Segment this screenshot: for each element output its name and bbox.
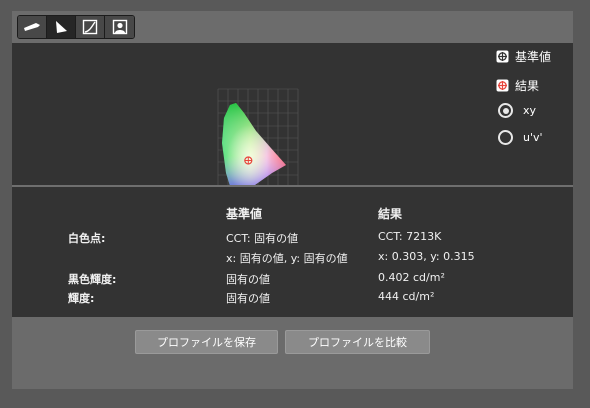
white-point-cct-reference: CCT: 固有の値 — [226, 232, 299, 245]
white-point-xy-reference: x: 固有の値, y: 固有の値 — [226, 252, 348, 265]
monitor-tab-icon — [24, 23, 40, 31]
legend-result-label: 結果 — [515, 79, 540, 93]
uv-label: u'v' — [523, 131, 543, 144]
result-marker — [244, 156, 253, 165]
compare-profile-button[interactable]: プロファイルを比較 — [285, 330, 430, 354]
legend-reference: 基準値 — [496, 48, 551, 65]
row-label-luminance: 輝度: — [68, 292, 95, 305]
toolbar — [12, 11, 573, 43]
xy-radio[interactable] — [498, 103, 513, 118]
tab-curve[interactable] — [76, 16, 105, 38]
tab-color-space[interactable] — [47, 16, 76, 38]
uv-radio[interactable] — [498, 130, 513, 145]
row-label-white-point: 白色点: — [68, 232, 106, 245]
xy-label: xy — [523, 104, 537, 117]
black-luminance-reference: 固有の値 — [226, 273, 270, 286]
legend-result: 結果 — [496, 77, 539, 94]
color-space-tab-icon — [56, 21, 67, 33]
luminance-result: 444 cd/m² — [378, 290, 435, 303]
white-point-cct-result: CCT: 7213K — [378, 230, 442, 243]
view-tabs — [17, 15, 135, 39]
option-xy[interactable]: xy — [498, 103, 536, 118]
result-marker-icon — [496, 79, 509, 92]
white-point-xy-result: x: 0.303, y: 0.315 — [378, 250, 475, 263]
save-profile-button[interactable]: プロファイルを保存 — [135, 330, 278, 354]
reference-marker-icon — [496, 50, 509, 63]
option-uv[interactable]: u'v' — [498, 130, 543, 145]
chart-panel: 基準値 結果 xy u'v' — [12, 43, 573, 200]
results-table: 基準値 結果 白色点: CCT: 固有の値 CCT: 7213K x: 固有の値… — [12, 187, 573, 317]
luminance-reference: 固有の値 — [226, 292, 270, 305]
tab-user-profile[interactable] — [105, 16, 134, 38]
col-header-result: 結果 — [378, 207, 403, 221]
row-label-black-luminance: 黒色輝度: — [68, 273, 117, 286]
tab-monitor[interactable] — [18, 16, 47, 38]
black-luminance-result: 0.402 cd/m² — [378, 271, 445, 284]
user-profile-tab-icon — [112, 19, 127, 35]
col-header-reference: 基準値 — [226, 207, 263, 221]
legend-reference-label: 基準値 — [515, 50, 552, 64]
curve-tab-icon — [82, 19, 98, 35]
